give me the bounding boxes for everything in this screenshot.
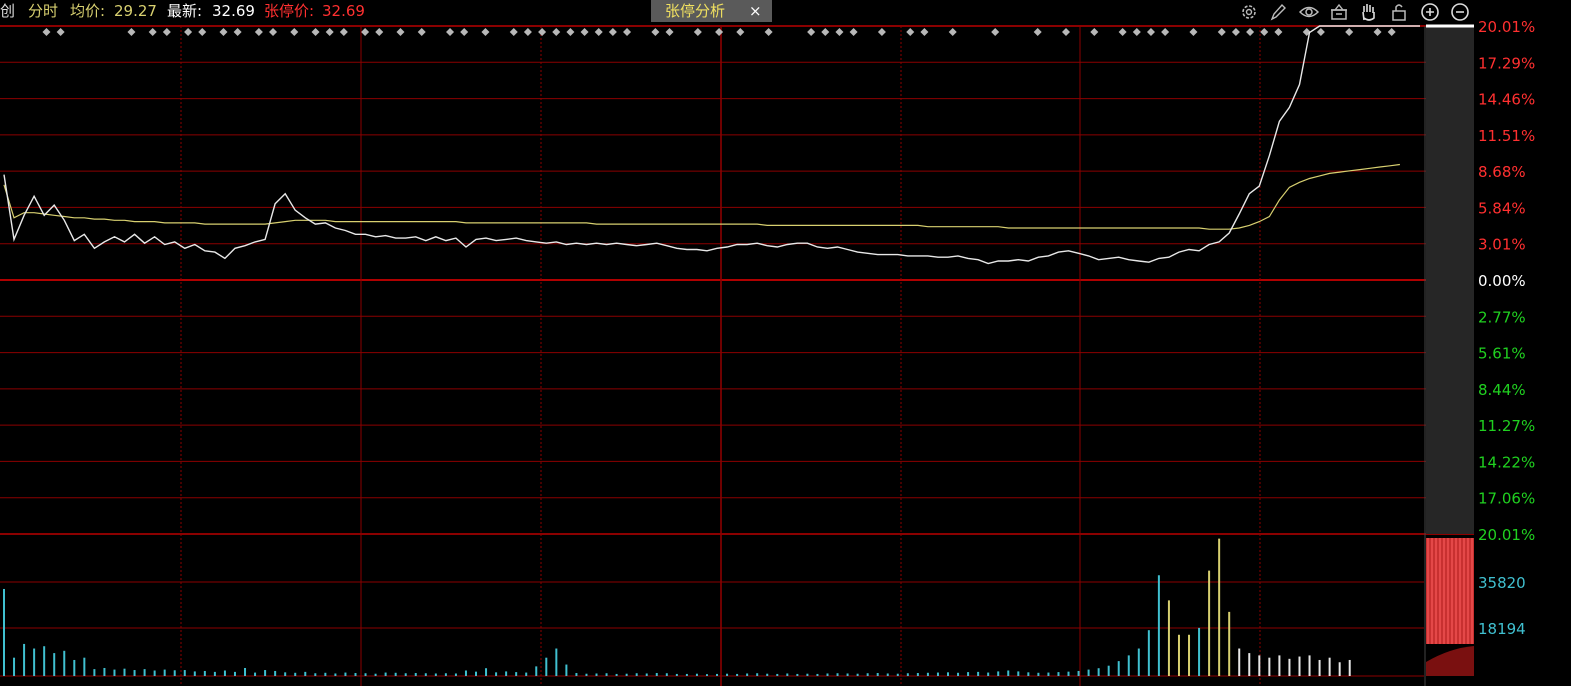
tick-marker xyxy=(849,28,858,36)
tick-marker xyxy=(693,28,702,36)
y-tick-down: 20.01% xyxy=(1478,526,1535,544)
y-tick-up: 5.84% xyxy=(1478,199,1526,217)
volume-bars xyxy=(3,538,1351,676)
tick-marker xyxy=(1033,28,1042,36)
tick-markers xyxy=(42,28,1396,36)
tick-marker xyxy=(538,28,547,36)
volume-tick: 18194 xyxy=(1478,620,1526,638)
y-tick-down: 14.22% xyxy=(1478,453,1535,471)
tick-marker xyxy=(254,28,263,36)
tick-marker xyxy=(311,28,320,36)
tick-marker xyxy=(481,28,490,36)
tick-marker xyxy=(1161,28,1170,36)
tick-marker xyxy=(339,28,348,36)
y-tick-down: 2.77% xyxy=(1478,308,1526,326)
tick-marker xyxy=(1274,28,1283,36)
tick-marker xyxy=(446,28,455,36)
tick-marker xyxy=(42,28,51,36)
tick-marker xyxy=(148,28,157,36)
tick-marker xyxy=(1260,28,1269,36)
tick-marker xyxy=(1373,28,1382,36)
tick-marker xyxy=(325,28,334,36)
tick-marker xyxy=(233,28,242,36)
tick-marker xyxy=(290,28,299,36)
tick-marker xyxy=(1217,28,1226,36)
price-line xyxy=(3,25,1420,265)
tick-marker xyxy=(1246,28,1255,36)
tick-marker xyxy=(736,28,745,36)
y-tick-up: 8.68% xyxy=(1478,163,1526,181)
tick-marker xyxy=(56,28,65,36)
tick-marker xyxy=(566,28,575,36)
tick-marker xyxy=(396,28,405,36)
tick-marker xyxy=(198,28,207,36)
tick-marker xyxy=(807,28,816,36)
tick-marker xyxy=(594,28,603,36)
side-panel-price xyxy=(1426,26,1474,534)
tick-marker xyxy=(623,28,632,36)
tick-marker xyxy=(184,28,193,36)
tick-marker xyxy=(1132,28,1141,36)
tick-marker xyxy=(162,28,171,36)
volume-tick: 35820 xyxy=(1478,574,1526,592)
tick-marker xyxy=(665,28,674,36)
tick-marker xyxy=(991,28,1000,36)
avg-price-line xyxy=(3,163,1400,230)
y-tick-down: 11.27% xyxy=(1478,417,1535,435)
y-tick-up: 3.01% xyxy=(1478,236,1526,254)
tick-marker xyxy=(1231,28,1240,36)
tick-marker xyxy=(764,28,773,36)
tick-marker xyxy=(127,28,136,36)
tick-marker xyxy=(1345,28,1354,36)
side-panel-volume-low xyxy=(1426,646,1474,676)
y-tick-up: 11.51% xyxy=(1478,127,1535,145)
tick-marker xyxy=(821,28,830,36)
y-tick-up: 14.46% xyxy=(1478,91,1535,109)
tick-marker xyxy=(460,28,469,36)
tick-marker xyxy=(269,28,278,36)
tick-marker xyxy=(608,28,617,36)
tick-marker xyxy=(509,28,518,36)
tick-marker xyxy=(1316,28,1325,36)
tick-marker xyxy=(552,28,561,36)
tick-marker xyxy=(651,28,660,36)
tick-marker xyxy=(580,28,589,36)
tick-marker xyxy=(715,28,724,36)
y-tick-down: 17.06% xyxy=(1478,490,1535,508)
chart-grid xyxy=(0,25,1474,686)
tick-marker xyxy=(1062,28,1070,36)
tick-marker xyxy=(877,28,886,36)
tick-marker xyxy=(1090,28,1099,36)
side-panels xyxy=(1426,24,1474,676)
tick-marker xyxy=(1189,28,1198,36)
side-panel-volume-up xyxy=(1426,538,1474,644)
tick-marker xyxy=(906,28,915,36)
y-tick-zero: 0.00% xyxy=(1478,272,1526,290)
tick-marker xyxy=(1387,28,1396,36)
tick-marker xyxy=(219,28,228,36)
tick-marker xyxy=(417,28,426,36)
intraday-chart[interactable]: 20.01% 17.29% 14.46% 11.51% 8.68% 5.84% 3.01% 0… xyxy=(0,0,1571,686)
y-tick-up: 17.29% xyxy=(1478,54,1535,72)
tick-marker xyxy=(1118,28,1127,36)
tick-marker xyxy=(523,28,532,36)
y-tick-up: 20.01% xyxy=(1478,18,1535,36)
tick-marker xyxy=(361,28,370,36)
tick-marker xyxy=(920,28,929,36)
tick-marker xyxy=(835,28,844,36)
tick-marker xyxy=(375,28,384,36)
axis-labels: 20.01% 17.29% 14.46% 11.51% 8.68% 5.84% 3.01% 0… xyxy=(1478,18,1535,638)
y-tick-down: 8.44% xyxy=(1478,381,1526,399)
tick-marker xyxy=(1146,28,1155,36)
y-tick-down: 5.61% xyxy=(1478,345,1526,363)
tick-marker xyxy=(948,28,957,36)
